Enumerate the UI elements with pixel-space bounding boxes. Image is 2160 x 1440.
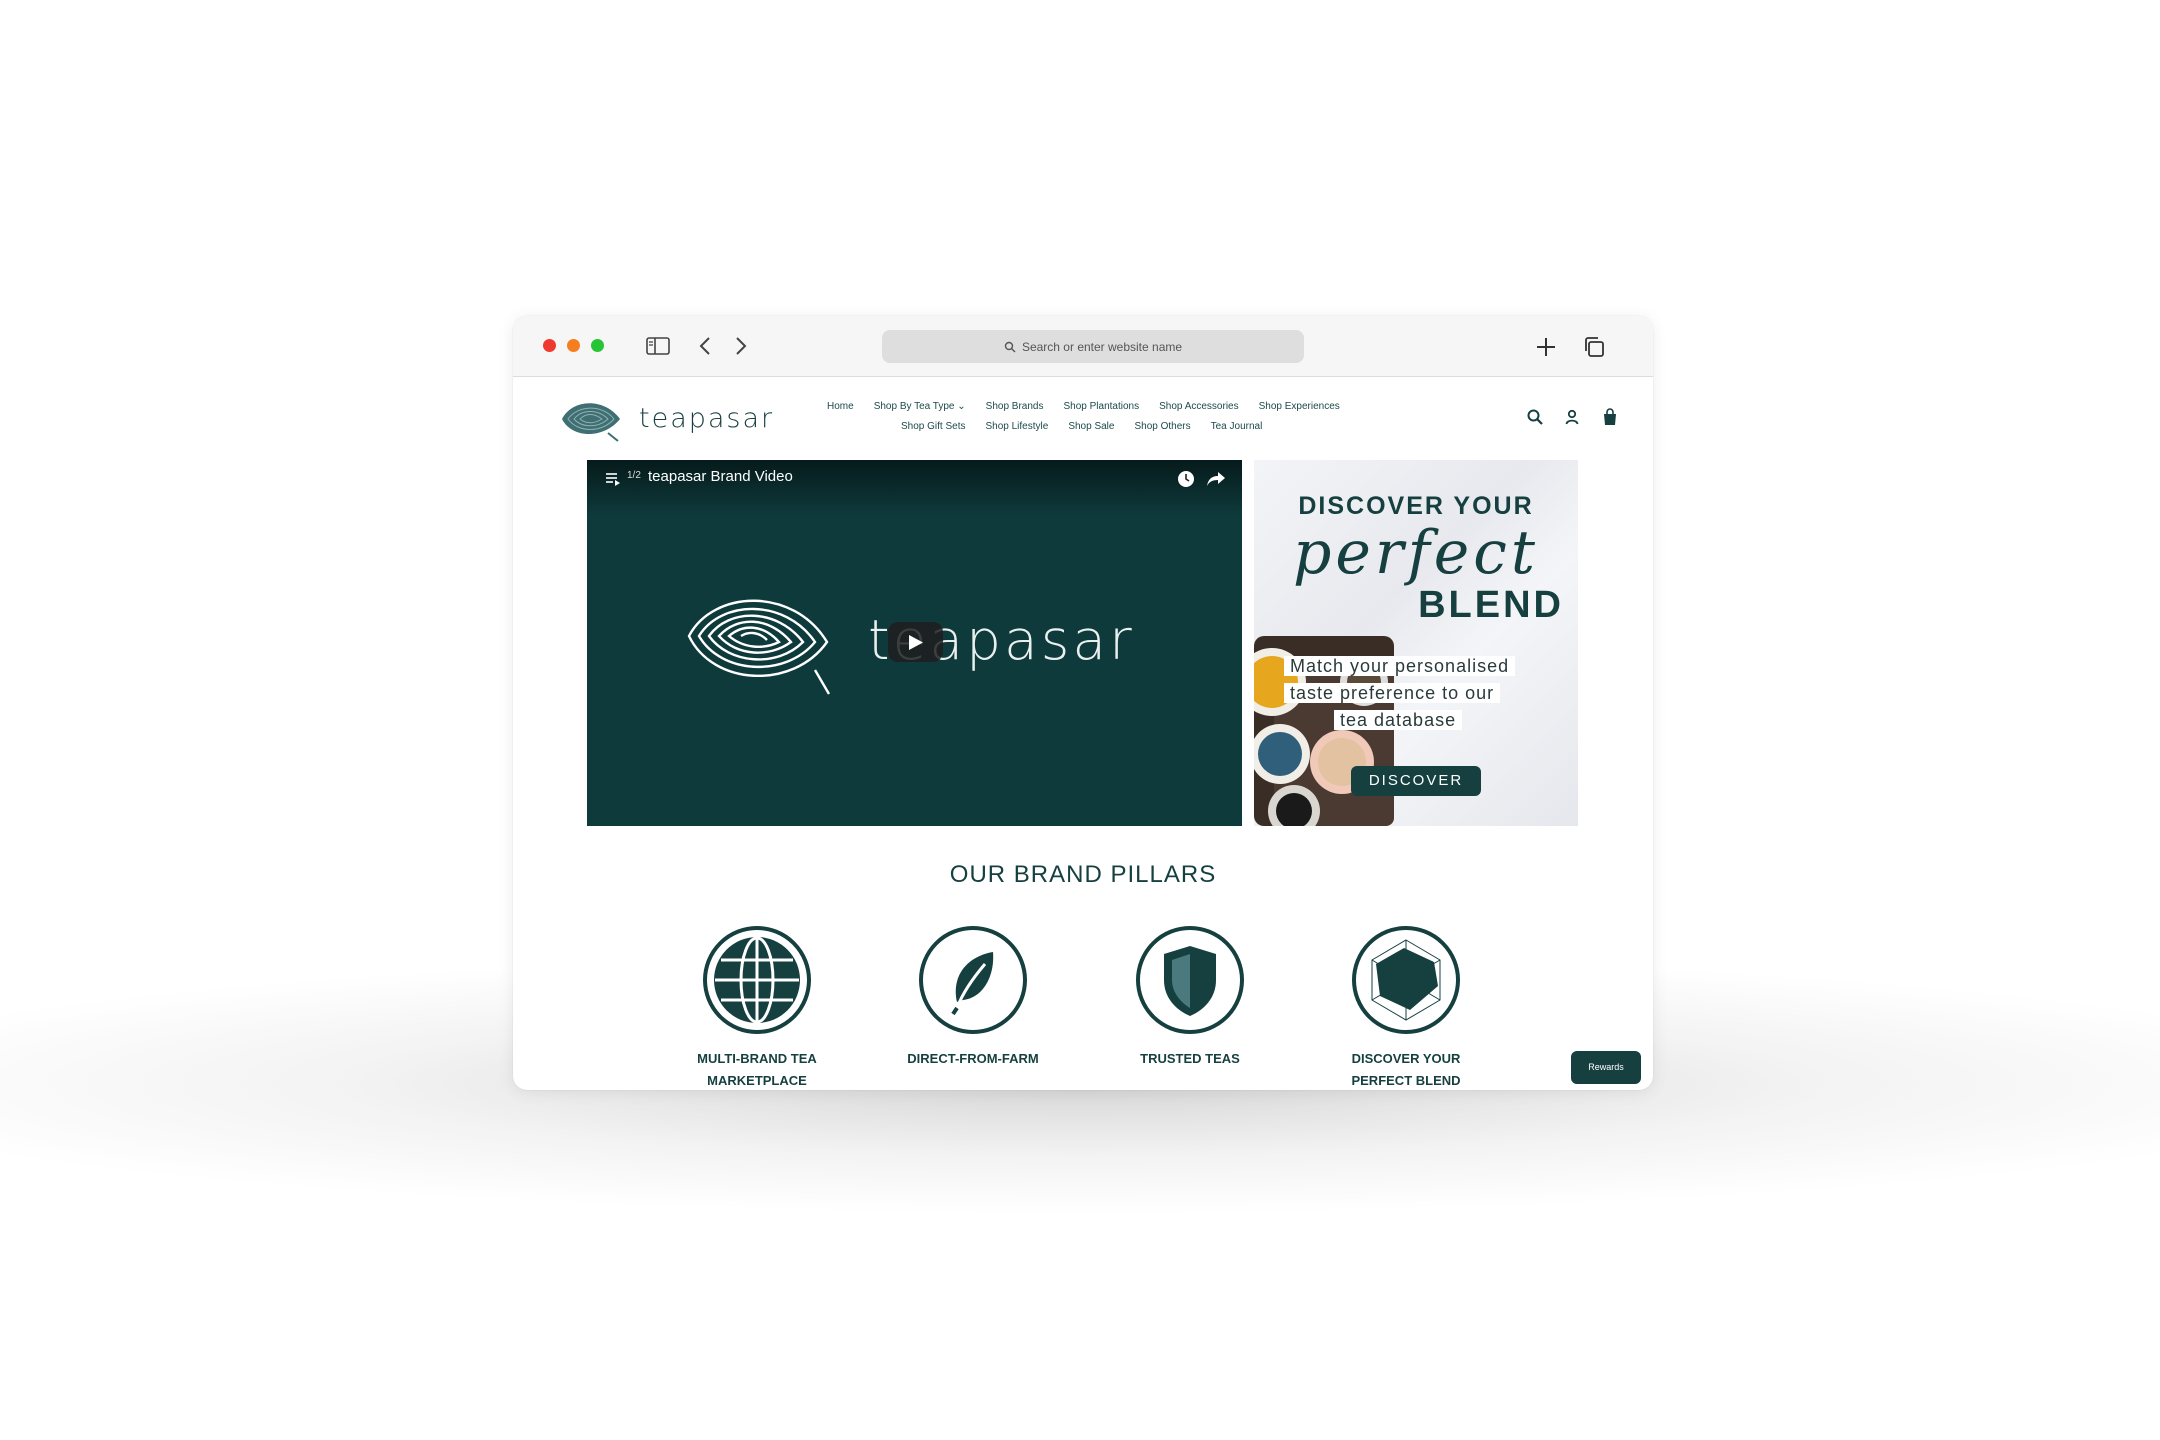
play-button[interactable] — [888, 622, 943, 662]
back-arrow-icon[interactable] — [698, 335, 712, 357]
promo-heading-script: perfect — [1292, 518, 1540, 588]
site-header: teapasar Home Shop By Tea Type ⌄ Shop Br… — [513, 377, 1653, 457]
promo-text-line-2: taste preference to our — [1284, 683, 1501, 703]
nav-home[interactable]: Home — [827, 401, 854, 412]
promo-text-line-3: tea database — [1334, 710, 1463, 730]
account-icon[interactable] — [1563, 408, 1581, 426]
nav-shop-sale[interactable]: Shop Sale — [1068, 421, 1114, 432]
nav-shop-by-tea-type[interactable]: Shop By Tea Type ⌄ — [874, 401, 966, 412]
pillar-label: MULTI-BRAND TEA MARKETPLACE — [677, 1048, 837, 1090]
brand-pillars-title: OUR BRAND PILLARS — [949, 861, 1217, 888]
nav-shop-plantations[interactable]: Shop Plantations — [1063, 401, 1139, 412]
tab-overview-icon[interactable] — [1582, 335, 1606, 359]
pillar-multi-brand: MULTI-BRAND TEA MARKETPLACE — [677, 924, 837, 1090]
share-icon[interactable] — [1206, 470, 1226, 488]
minimize-window-button[interactable] — [567, 339, 580, 352]
pillar-label-line: TRUSTED TEAS — [1140, 1051, 1240, 1066]
browser-window: Search or enter website name teapasar Ho… — [513, 316, 1653, 1090]
leaf-icon — [919, 926, 1027, 1034]
video-title[interactable]: teapasar Brand Video — [648, 468, 793, 485]
sidebar-toggle-icon[interactable] — [646, 337, 670, 355]
close-window-button[interactable] — [543, 339, 556, 352]
nav-shop-lifestyle[interactable]: Shop Lifestyle — [985, 421, 1048, 432]
teapasar-leaf-logo-icon[interactable] — [558, 395, 624, 443]
nav-shop-brands[interactable]: Shop Brands — [986, 401, 1044, 412]
browser-toolbar: Search or enter website name — [513, 316, 1653, 377]
promo-text-line-1: Match your personalised — [1284, 656, 1516, 676]
playlist-icon[interactable] — [605, 472, 621, 486]
forward-arrow-icon[interactable] — [734, 335, 748, 357]
fingerprint-leaf-icon — [687, 599, 831, 695]
nav-shop-others[interactable]: Shop Others — [1134, 421, 1190, 432]
watch-later-icon[interactable] — [1177, 470, 1195, 488]
nav-shop-gift-sets[interactable]: Shop Gift Sets — [901, 421, 965, 432]
brand-video-player[interactable]: 1/2 teapasar Brand Video teapasar — [587, 460, 1242, 826]
pillar-label: DIRECT-FROM-FARM — [893, 1048, 1053, 1070]
pillar-label-line: MULTI-BRAND TEA — [697, 1051, 817, 1066]
address-bar[interactable]: Search or enter website name — [882, 330, 1304, 363]
radar-chart-icon — [1352, 926, 1460, 1034]
pillar-label-line: MARKETPLACE — [707, 1073, 807, 1088]
promo-heading-bottom: BLEND — [1418, 584, 1564, 626]
promo-heading-top: DISCOVER YOUR — [1298, 492, 1534, 520]
discover-blend-banner[interactable]: DISCOVER YOUR perfect BLEND Match your p… — [1254, 460, 1578, 826]
main-nav-row-1: Home Shop By Tea Type ⌄ Shop Brands Shop… — [827, 401, 1360, 412]
nav-shop-experiences[interactable]: Shop Experiences — [1259, 401, 1340, 412]
rewards-button[interactable]: Rewards — [1571, 1051, 1641, 1084]
cart-bag-icon[interactable] — [1601, 408, 1619, 426]
maximize-window-button[interactable] — [591, 339, 604, 352]
pillar-discover-blend: DISCOVER YOUR PERFECT BLEND — [1326, 924, 1486, 1090]
pillar-label: TRUSTED TEAS — [1110, 1048, 1270, 1070]
pillar-label-line: DISCOVER YOUR — [1351, 1051, 1461, 1066]
shield-icon — [1136, 926, 1244, 1034]
pillar-label-line: PERFECT BLEND — [1351, 1073, 1461, 1088]
pillar-label: DISCOVER YOUR PERFECT BLEND — [1326, 1048, 1486, 1090]
pillar-trusted-teas: TRUSTED TEAS — [1110, 924, 1270, 1070]
search-icon — [1004, 341, 1016, 352]
address-placeholder: Search or enter website name — [1021, 339, 1183, 354]
globe-icon — [703, 926, 811, 1034]
discover-button[interactable]: DISCOVER — [1351, 766, 1481, 796]
main-nav-row-2: Shop Gift Sets Shop Lifestyle Shop Sale … — [901, 421, 1282, 432]
nav-shop-accessories[interactable]: Shop Accessories — [1159, 401, 1239, 412]
pillar-label-line: DIRECT-FROM-FARM — [907, 1051, 1039, 1066]
search-icon[interactable] — [1526, 408, 1544, 426]
playlist-count: 1/2 — [627, 470, 641, 481]
play-icon — [909, 635, 923, 650]
logo-wordmark[interactable]: teapasar — [639, 403, 774, 434]
new-tab-icon[interactable] — [1534, 335, 1558, 359]
pillar-direct-from-farm: DIRECT-FROM-FARM — [893, 924, 1053, 1070]
nav-tea-journal[interactable]: Tea Journal — [1211, 421, 1263, 432]
